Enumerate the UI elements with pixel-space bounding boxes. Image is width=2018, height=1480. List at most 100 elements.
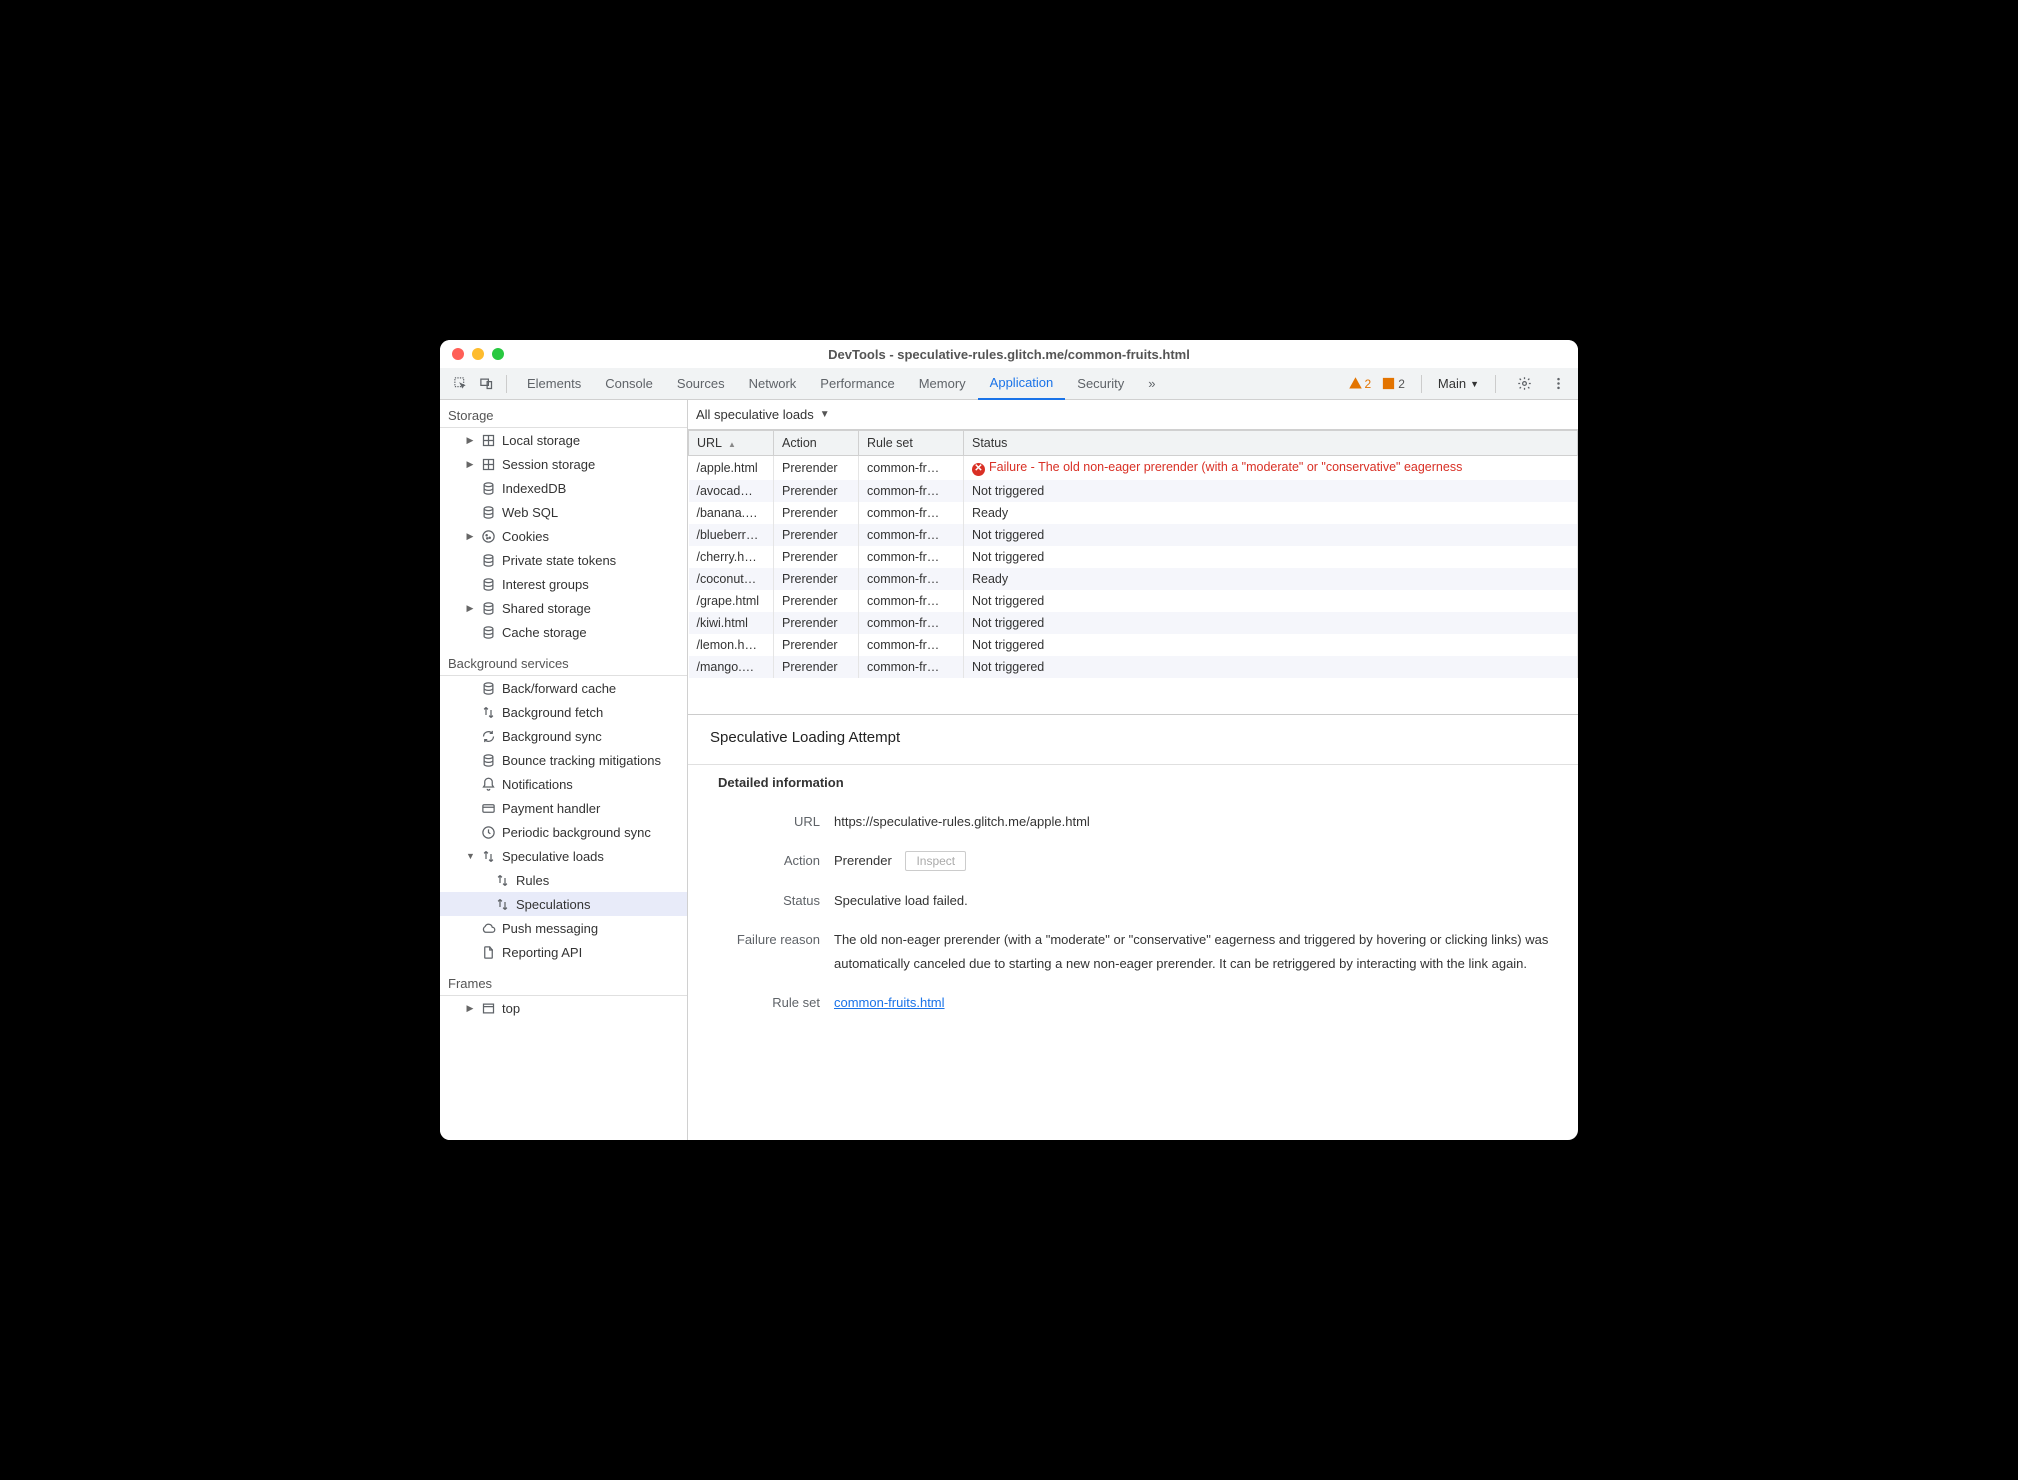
sidebar-item-label: Back/forward cache [502,681,616,696]
sidebar-item[interactable]: Payment handler [440,796,687,820]
chevron-down-icon[interactable]: ▼ [820,409,830,420]
cell-ruleset: common-fr… [859,568,964,590]
sidebar-item[interactable]: Reporting API [440,940,687,964]
caret-icon: ▶ [466,603,474,614]
tab-network[interactable]: Network [737,368,809,400]
cell-action: Prerender [774,634,859,656]
sidebar-item-label: Payment handler [502,801,600,816]
col-action[interactable]: Action [774,431,859,456]
sidebar-item[interactable]: ▶top [440,996,687,1020]
detail-row-url: URL https://speculative-rules.glitch.me/… [710,802,1556,841]
tab-sources[interactable]: Sources [665,368,737,400]
tab-overflow[interactable]: » [1136,368,1167,400]
maximize-button[interactable] [492,348,504,360]
table-row[interactable]: /mango.…Prerendercommon-fr…Not triggered [689,656,1578,678]
tab-elements[interactable]: Elements [515,368,593,400]
sidebar-item[interactable]: Push messaging [440,916,687,940]
card-icon [480,800,496,816]
gear-icon[interactable] [1512,372,1536,396]
table-row[interactable]: /blueberr…Prerendercommon-fr…Not trigger… [689,524,1578,546]
table-row[interactable]: /kiwi.htmlPrerendercommon-fr…Not trigger… [689,612,1578,634]
sidebar-item[interactable]: IndexedDB [440,476,687,500]
toolbar-right: 2 2 Main ▼ [1348,372,1570,396]
cell-ruleset: common-fr… [859,502,964,524]
sidebar-item[interactable]: Background fetch [440,700,687,724]
file-icon [480,944,496,960]
cell-status: Not triggered [964,634,1578,656]
cell-ruleset: common-fr… [859,612,964,634]
chevron-down-icon: ▼ [1470,379,1479,389]
separator [506,375,507,393]
filter-label[interactable]: All speculative loads [696,407,814,422]
sidebar-item[interactable]: Bounce tracking mitigations [440,748,687,772]
cell-action: Prerender [774,612,859,634]
cell-status: Not triggered [964,656,1578,678]
sidebar-item[interactable]: Speculations [440,892,687,916]
close-button[interactable] [452,348,464,360]
arrows-icon [480,848,496,864]
table-row[interactable]: /coconut…Prerendercommon-fr…Ready [689,568,1578,590]
inspect-button[interactable]: Inspect [905,851,966,871]
sidebar-item[interactable]: ▶Local storage [440,428,687,452]
detail-label: URL [710,810,820,833]
cell-ruleset: common-fr… [859,480,964,502]
minimize-button[interactable] [472,348,484,360]
col-url[interactable]: URL▲ [689,431,774,456]
error-icon: ✕ [972,463,985,476]
table-row[interactable]: /grape.htmlPrerendercommon-fr…Not trigge… [689,590,1578,612]
sidebar-item[interactable]: ▶Session storage [440,452,687,476]
ruleset-link[interactable]: common-fruits.html [834,995,945,1010]
device-toggle-icon[interactable] [474,372,498,396]
sidebar-item-label: Notifications [502,777,573,792]
grid-icon [480,432,496,448]
detail-pane: Speculative Loading Attempt Detailed inf… [688,715,1578,1140]
db-icon [480,680,496,696]
sidebar-item-label: Session storage [502,457,595,472]
cell-ruleset: common-fr… [859,634,964,656]
sidebar-item[interactable]: ▼Speculative loads [440,844,687,868]
sidebar-item[interactable]: Periodic background sync [440,820,687,844]
sidebar-item[interactable]: Web SQL [440,500,687,524]
table-row[interactable]: /banana.…Prerendercommon-fr…Ready [689,502,1578,524]
cell-status: ✕Failure - The old non-eager prerender (… [964,456,1578,480]
cell-url: /kiwi.html [689,612,774,634]
tab-memory[interactable]: Memory [907,368,978,400]
detail-label: Action [710,849,820,872]
col-ruleset[interactable]: Rule set [859,431,964,456]
sidebar-item[interactable]: Private state tokens [440,548,687,572]
sidebar-item[interactable]: ▶Cookies [440,524,687,548]
sidebar: Storage▶Local storage▶Session storageInd… [440,400,688,1140]
sidebar-item[interactable]: Background sync [440,724,687,748]
cell-ruleset: common-fr… [859,524,964,546]
sidebar-item[interactable]: Back/forward cache [440,676,687,700]
sidebar-item[interactable]: Cache storage [440,620,687,644]
inspect-element-icon[interactable] [448,372,472,396]
table-row[interactable]: /cherry.h…Prerendercommon-fr…Not trigger… [689,546,1578,568]
table-row[interactable]: /avocad…Prerendercommon-fr…Not triggered [689,480,1578,502]
sidebar-item[interactable]: Notifications [440,772,687,796]
tab-application[interactable]: Application [978,368,1066,400]
sidebar-item-label: Bounce tracking mitigations [502,753,661,768]
kebab-menu-icon[interactable] [1546,372,1570,396]
sidebar-item[interactable]: Interest groups [440,572,687,596]
tab-console[interactable]: Console [593,368,665,400]
panel-tabs: Elements Console Sources Network Perform… [515,368,1346,400]
cell-ruleset: common-fr… [859,456,964,480]
tab-security[interactable]: Security [1065,368,1136,400]
warnings-badge[interactable]: 2 [1348,376,1372,391]
table-row[interactable]: /apple.htmlPrerendercommon-fr…✕Failure -… [689,456,1578,480]
col-status[interactable]: Status [964,431,1578,456]
tab-performance[interactable]: Performance [808,368,906,400]
detail-value: The old non-eager prerender (with a "mod… [834,928,1556,975]
sidebar-item[interactable]: Rules [440,868,687,892]
filter-bar: All speculative loads ▼ [688,400,1578,430]
cell-action: Prerender [774,546,859,568]
target-selector[interactable]: Main ▼ [1438,376,1479,391]
sidebar-item-label: Rules [516,873,549,888]
sidebar-item[interactable]: ▶Shared storage [440,596,687,620]
cell-status: Not triggered [964,590,1578,612]
table-row[interactable]: /lemon.h…Prerendercommon-fr…Not triggere… [689,634,1578,656]
sidebar-item-label: Background fetch [502,705,603,720]
errors-badge[interactable]: 2 [1381,376,1405,391]
speculations-table-wrap: URL▲ Action Rule set Status /apple.htmlP… [688,430,1578,715]
